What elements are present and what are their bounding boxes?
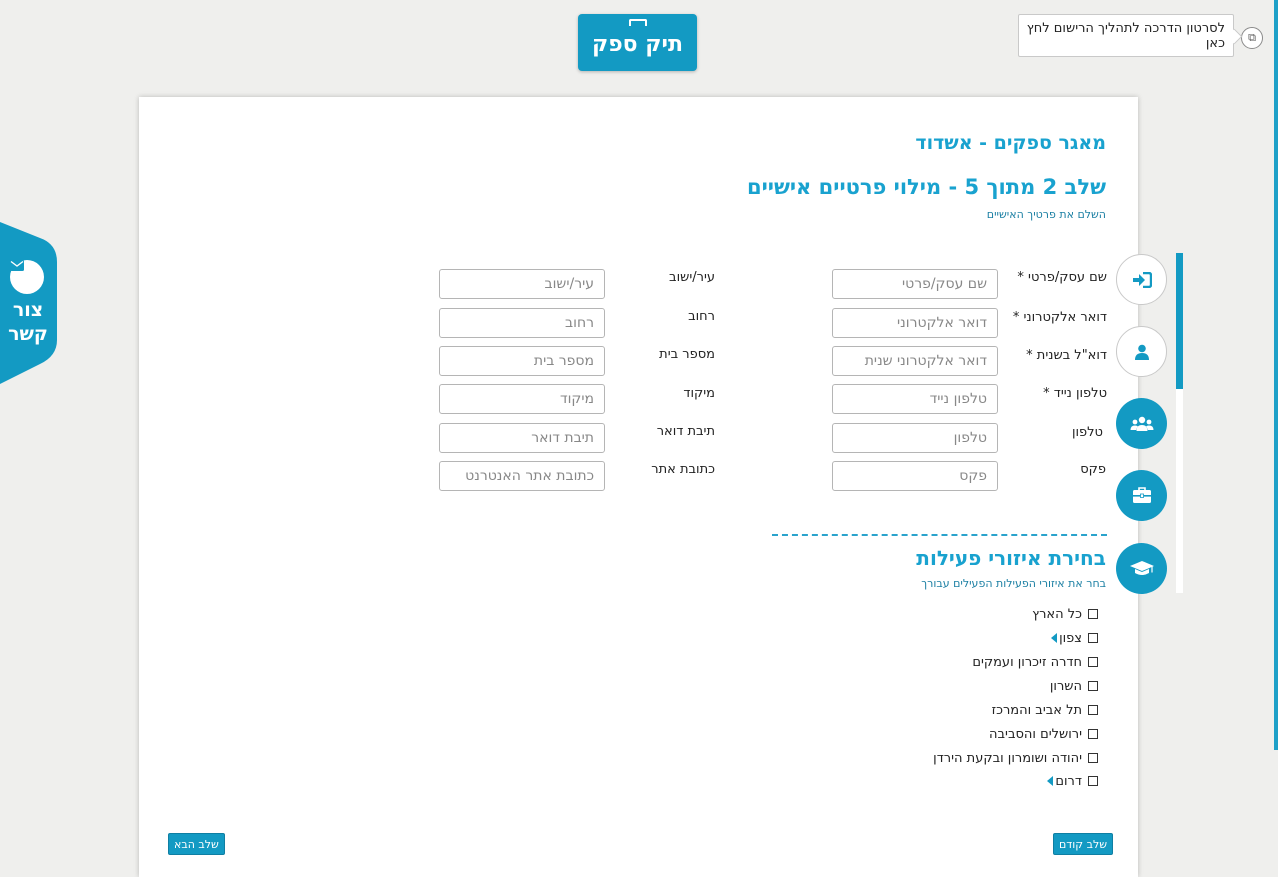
area-label: השרון bbox=[1049, 678, 1082, 694]
logo: תיק ספק bbox=[578, 14, 697, 71]
area-label: דרום bbox=[1055, 773, 1082, 789]
city-input[interactable] bbox=[439, 269, 605, 299]
area-label: תל אביב והמרכז bbox=[991, 702, 1082, 718]
fax-input[interactable] bbox=[832, 461, 998, 491]
step-subtitle: השלם את פרטיך האישיים bbox=[986, 208, 1106, 221]
area-checkbox[interactable] bbox=[1088, 681, 1098, 691]
area-label: יהודה ושומרון ובקעת הירדן bbox=[933, 750, 1082, 766]
phone-input[interactable] bbox=[832, 423, 998, 453]
area-checkbox[interactable] bbox=[1088, 633, 1098, 643]
email-input[interactable] bbox=[832, 308, 998, 338]
email-confirm-input[interactable] bbox=[832, 346, 998, 376]
label-street: רחוב bbox=[688, 309, 715, 324]
po-box-input[interactable] bbox=[439, 423, 605, 453]
sign-in-icon bbox=[1132, 271, 1152, 288]
label-website: כתובת אתר bbox=[651, 462, 715, 477]
area-item-all-country: כל הארץ bbox=[1032, 605, 1098, 623]
expand-caret-icon[interactable] bbox=[1047, 776, 1054, 786]
mobile-input[interactable] bbox=[832, 384, 998, 414]
graduation-cap-icon bbox=[1129, 560, 1154, 575]
zip-input[interactable] bbox=[439, 384, 605, 414]
briefcase-icon bbox=[1132, 487, 1151, 503]
contact-label: צור קשר bbox=[4, 298, 52, 346]
business-name-input[interactable] bbox=[832, 269, 998, 299]
prev-step-button[interactable]: שלב קודם bbox=[1053, 833, 1114, 855]
next-step-button[interactable]: שלב הבא bbox=[168, 833, 225, 855]
area-item-sharon: השרון bbox=[1050, 677, 1098, 695]
tutorial-text: לסרטון הדרכה לתהליך הרישום לחץ כאן bbox=[1026, 20, 1225, 51]
expand-caret-icon[interactable] bbox=[1051, 633, 1058, 643]
step-nav-education[interactable] bbox=[1116, 543, 1167, 594]
contact-tab[interactable]: צור קשר bbox=[0, 222, 57, 384]
area-checkbox[interactable] bbox=[1088, 657, 1098, 667]
areas-subtitle: בחר את איזורי הפעילות הפעילים עבורך bbox=[921, 577, 1106, 590]
areas-title: בחירת איזורי פעילות bbox=[916, 546, 1106, 570]
label-mobile: טלפון נייד * bbox=[1043, 386, 1107, 401]
steps-progress bbox=[1176, 253, 1183, 389]
envelope-icon bbox=[10, 260, 44, 294]
area-item-hadera: חדרה זיכרון ועמקים bbox=[972, 653, 1098, 671]
area-item-north: צפון bbox=[1051, 629, 1098, 647]
step-title: שלב 2 מתוך 5 - מילוי פרטיים אישיים bbox=[746, 175, 1106, 199]
area-label: כל הארץ bbox=[1032, 606, 1082, 622]
house-number-input[interactable] bbox=[439, 346, 605, 376]
area-item-jerusalem: ירושלים והסביבה bbox=[989, 725, 1098, 743]
area-item-tel-aviv: תל אביב והמרכז bbox=[992, 701, 1098, 719]
label-po-box: תיבת דואר bbox=[656, 424, 715, 439]
label-city: עיר/ישוב bbox=[669, 270, 715, 285]
area-item-south: דרום bbox=[1047, 772, 1098, 790]
area-label: ירושלים והסביבה bbox=[989, 726, 1082, 742]
tutorial-link[interactable]: לסרטון הדרכה לתהליך הרישום לחץ כאן bbox=[1018, 14, 1234, 57]
section-divider bbox=[772, 534, 1107, 536]
video-icon[interactable]: ⧉ bbox=[1241, 27, 1263, 49]
logo-text: תיק ספק bbox=[592, 32, 683, 57]
user-icon bbox=[1134, 344, 1149, 360]
label-email-confirm: דוא"ל בשנית * bbox=[1026, 348, 1107, 363]
area-checkbox[interactable] bbox=[1088, 729, 1098, 739]
label-phone: טלפון bbox=[1071, 425, 1103, 440]
label-email: דואר אלקטרוני * bbox=[1012, 310, 1107, 325]
area-checkbox[interactable] bbox=[1088, 776, 1098, 786]
area-label: צפון bbox=[1059, 630, 1082, 646]
label-business-name: שם עסק/פרטי * bbox=[1017, 270, 1107, 285]
right-edge-bar bbox=[1274, 0, 1278, 750]
area-checkbox[interactable] bbox=[1088, 753, 1098, 763]
step-nav-briefcase[interactable] bbox=[1116, 470, 1167, 521]
street-input[interactable] bbox=[439, 308, 605, 338]
area-checkbox[interactable] bbox=[1088, 609, 1098, 619]
step-nav-users[interactable] bbox=[1116, 398, 1167, 449]
label-house-number: מספר בית bbox=[659, 347, 715, 362]
briefcase-handle-icon bbox=[628, 19, 647, 26]
website-input[interactable] bbox=[439, 461, 605, 491]
users-icon bbox=[1130, 416, 1153, 431]
label-fax: פקס bbox=[1080, 462, 1106, 477]
label-zip: מיקוד bbox=[683, 386, 715, 401]
database-title: מאגר ספקים - אשדוד bbox=[915, 132, 1106, 154]
area-label: חדרה זיכרון ועמקים bbox=[972, 654, 1082, 670]
step-nav-user[interactable] bbox=[1116, 326, 1167, 377]
step-nav-sign-in[interactable] bbox=[1116, 254, 1167, 305]
contact-label-line2: קשר bbox=[8, 323, 48, 345]
area-checkbox[interactable] bbox=[1088, 705, 1098, 715]
area-item-judea: יהודה ושומרון ובקעת הירדן bbox=[933, 749, 1098, 767]
contact-label-line1: צור bbox=[12, 299, 44, 321]
